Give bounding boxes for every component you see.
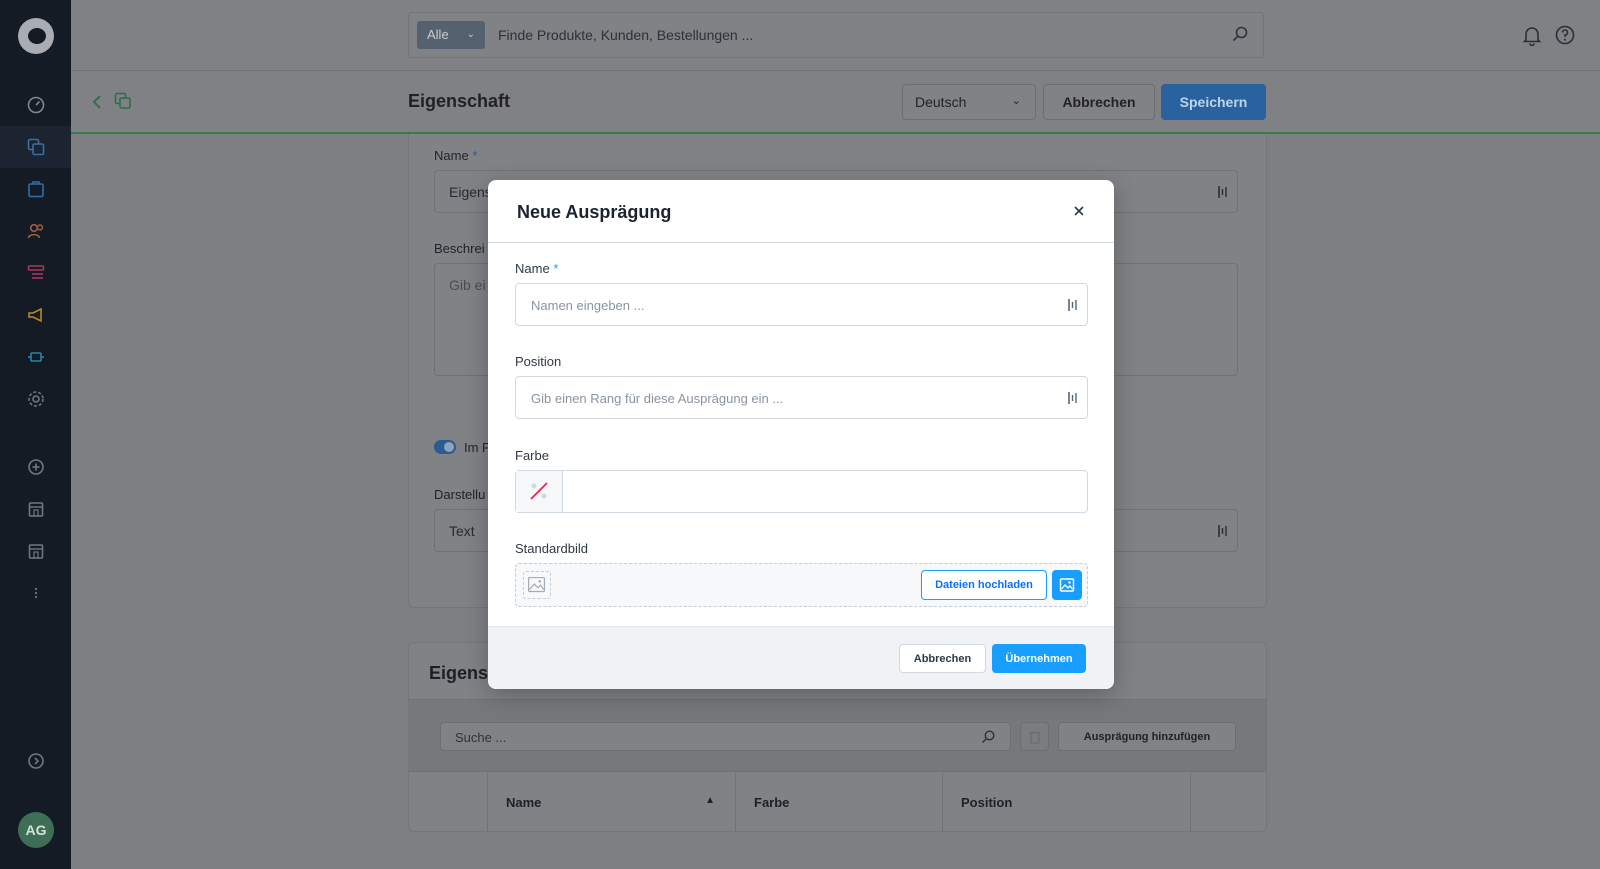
no-color-icon xyxy=(530,482,548,500)
description-label: Beschrei xyxy=(434,241,485,256)
bell-icon[interactable] xyxy=(1521,24,1543,47)
search-input[interactable]: Finde Produkte, Kunden, Bestellungen ... xyxy=(498,27,753,43)
upload-files-button[interactable]: Dateien hochladen xyxy=(921,570,1047,600)
image-icon xyxy=(1059,578,1075,592)
trash-icon xyxy=(1028,729,1042,750)
toggle-label: Im P xyxy=(464,440,491,455)
sidebar-item-dashboard[interactable] xyxy=(0,84,71,126)
shopware-logo[interactable] xyxy=(18,18,54,54)
image-upload-dropzone[interactable]: Dateien hochladen xyxy=(515,563,1088,607)
page-title: Eigenschaft xyxy=(408,91,511,111)
add-sales-channel-icon xyxy=(26,457,46,477)
display-in-filter-toggle[interactable] xyxy=(434,440,456,454)
translate-icon xyxy=(1217,524,1229,538)
sidebar-item-extensions[interactable] xyxy=(0,336,71,378)
customers-icon xyxy=(26,221,46,241)
modal-footer: Abbrechen Übernehmen xyxy=(488,626,1114,689)
translate-icon xyxy=(1217,185,1229,199)
sidebar-item-customers[interactable] xyxy=(0,210,71,252)
sort-ascending-icon: ▲ xyxy=(705,795,715,806)
options-toolbar: Suche ... Ausprägung hinzufügen xyxy=(409,699,1266,772)
language-label: Deutsch xyxy=(915,94,967,110)
sidebar-item-more[interactable] xyxy=(0,572,71,614)
storefront-icon xyxy=(26,499,46,519)
sidebar-item-add-sales-channel[interactable] xyxy=(0,446,71,488)
column-header-color[interactable]: Farbe xyxy=(736,773,943,831)
sidebar-item-catalog[interactable] xyxy=(0,126,71,168)
dashboard-icon xyxy=(26,95,46,115)
image-placeholder-icon xyxy=(523,571,551,599)
display-type-value: Text xyxy=(449,523,475,539)
content-icon xyxy=(26,263,46,283)
sidebar-item-marketing[interactable] xyxy=(0,294,71,336)
search-scope-label: Alle xyxy=(427,27,449,42)
help-icon[interactable] xyxy=(1554,24,1576,46)
admin-sidebar: AG xyxy=(0,0,71,869)
column-header-name[interactable]: Name ▲ xyxy=(488,773,736,831)
column-name-label: Name xyxy=(506,795,542,810)
extensions-icon xyxy=(26,347,46,367)
default-image-label: Standardbild xyxy=(515,541,588,556)
translate-icon xyxy=(1067,391,1079,405)
option-position-input[interactable]: Gib einen Rang für diese Ausprägung ein … xyxy=(515,376,1088,419)
sidebar-item-sales-channel-1[interactable] xyxy=(0,488,71,530)
copy-icon[interactable] xyxy=(114,92,132,110)
options-search-input[interactable]: Suche ... xyxy=(440,722,1011,751)
chevron-down-icon: ⌄ xyxy=(1011,95,1021,107)
option-name-label: Name * xyxy=(515,261,559,276)
add-option-button[interactable]: Ausprägung hinzufügen xyxy=(1058,722,1236,751)
sidebar-item-content[interactable] xyxy=(0,252,71,294)
modal-cancel-button[interactable]: Abbrechen xyxy=(899,644,986,673)
option-name-input[interactable]: Namen eingeben ... xyxy=(515,283,1088,326)
back-arrow-icon[interactable] xyxy=(90,92,104,112)
orders-icon xyxy=(26,179,46,199)
color-swatch-button[interactable] xyxy=(516,471,563,512)
collapse-icon xyxy=(26,751,46,771)
settings-icon xyxy=(26,389,46,409)
option-name-placeholder: Namen eingeben ... xyxy=(531,298,645,313)
storefront-icon xyxy=(26,541,46,561)
new-option-modal: Neue Ausprägung Name * Namen eingeben ..… xyxy=(488,180,1114,689)
option-color-label: Farbe xyxy=(515,448,549,463)
modal-title: Neue Ausprägung xyxy=(517,202,672,222)
property-name-value: Eigens xyxy=(449,184,492,200)
modal-apply-button[interactable]: Übernehmen xyxy=(992,644,1086,673)
search-scope-select[interactable]: Alle ⌄ xyxy=(417,21,485,49)
chevron-down-icon: ⌄ xyxy=(466,29,475,40)
sidebar-collapse[interactable] xyxy=(0,740,71,782)
smart-bar: Eigenschaft Deutsch ⌄ Abbrechen Speicher… xyxy=(71,71,1600,134)
catalog-icon xyxy=(26,137,46,157)
media-library-button[interactable] xyxy=(1052,570,1082,600)
sidebar-item-settings[interactable] xyxy=(0,378,71,420)
color-picker-field[interactable] xyxy=(515,470,1088,513)
sidebar-item-orders[interactable] xyxy=(0,168,71,210)
search-icon[interactable] xyxy=(1231,25,1249,43)
modal-header: Neue Ausprägung xyxy=(488,180,1114,243)
save-button[interactable]: Speichern xyxy=(1161,84,1266,120)
cancel-button[interactable]: Abbrechen xyxy=(1043,84,1155,120)
description-placeholder: Gib ei xyxy=(449,277,486,293)
select-all-column[interactable] xyxy=(409,773,488,831)
more-icon xyxy=(26,583,46,603)
marketing-icon xyxy=(26,305,46,325)
global-topbar: Alle ⌄ Finde Produkte, Kunden, Bestellun… xyxy=(71,0,1600,71)
column-header-position[interactable]: Position xyxy=(943,773,1191,831)
sidebar-item-sales-channel-2[interactable] xyxy=(0,530,71,572)
options-search-placeholder: Suche ... xyxy=(455,730,507,745)
language-switch[interactable]: Deutsch ⌄ xyxy=(902,84,1036,120)
user-avatar[interactable]: AG xyxy=(18,812,54,848)
option-position-label: Position xyxy=(515,354,562,369)
close-icon[interactable] xyxy=(1072,204,1086,218)
translate-icon xyxy=(1067,298,1079,312)
option-position-placeholder: Gib einen Rang für diese Ausprägung ein … xyxy=(531,391,784,406)
property-name-label: Name * xyxy=(434,148,478,163)
options-grid-header: Name ▲ Farbe Position xyxy=(409,773,1266,831)
global-search[interactable]: Alle ⌄ Finde Produkte, Kunden, Bestellun… xyxy=(408,12,1264,58)
display-type-label: Darstellu xyxy=(434,487,486,502)
delete-button[interactable] xyxy=(1020,722,1049,751)
search-icon xyxy=(980,729,996,745)
